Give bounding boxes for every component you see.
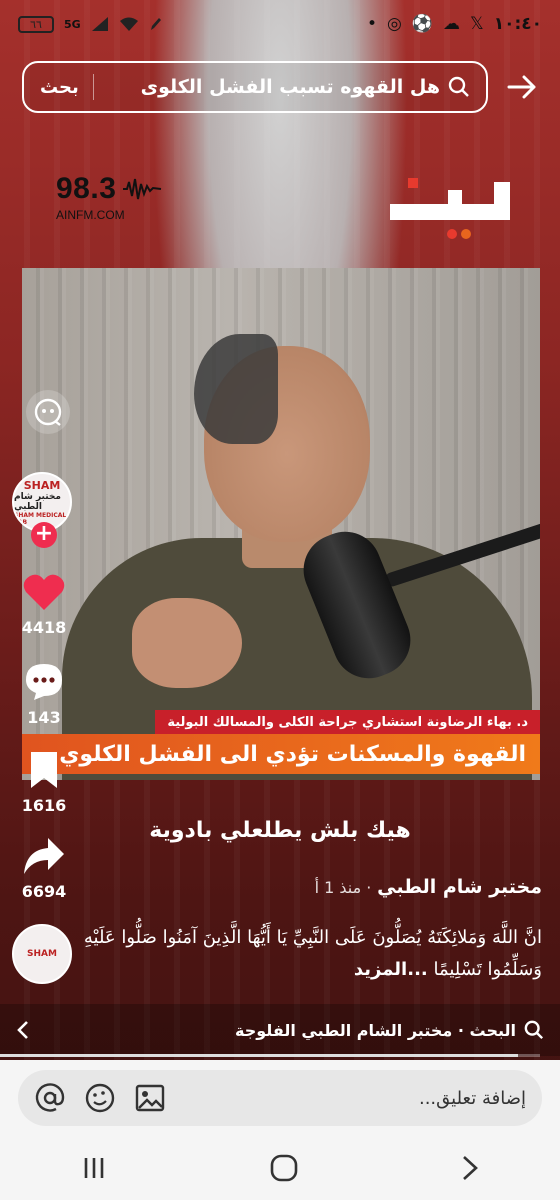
like-count: 4418 <box>21 618 67 637</box>
radio-url: AINFM.COM <box>56 208 125 222</box>
brand-logo <box>388 176 512 240</box>
search-row: هل القهوه تسبب الفشل الكلوى بحث <box>22 60 542 114</box>
status-right: • ◎ ⚽ ☁ 𝕏 ١٠:٤٠ <box>367 14 542 34</box>
instagram-icon: ◎ <box>386 14 402 34</box>
radio-frequency: 98.3 <box>56 172 117 205</box>
video-overlay-title: هيك بلش يطلعلي بادوية <box>149 818 411 843</box>
comment-tools <box>34 1082 166 1114</box>
video-progress-bar[interactable] <box>0 1054 540 1057</box>
edit-icon <box>150 18 161 30</box>
chevron-left-icon[interactable] <box>16 1020 30 1040</box>
cloud-icon: ☁ <box>442 14 460 34</box>
related-search-label: البحث · مختبر الشام الطبي الفلوجة <box>235 1020 516 1040</box>
save-button[interactable]: 1616 <box>6 748 82 815</box>
music-avatar[interactable]: SHAM <box>12 924 72 984</box>
search-icon <box>524 1020 544 1040</box>
video-player[interactable]: د. بهاء الرضاونة استشاري جراحة الكلى وال… <box>22 268 540 780</box>
related-search-bar[interactable]: البحث · مختبر الشام الطبي الفلوجة <box>0 1004 560 1056</box>
x-icon: 𝕏 <box>469 14 484 34</box>
music-avatar-text: SHAM <box>27 949 57 959</box>
comment-button[interactable]: 143 <box>6 660 82 727</box>
battery-level: ٦٦ <box>30 17 42 31</box>
video-person-hair <box>194 334 278 444</box>
chat-bubble-button[interactable] <box>26 390 70 434</box>
video-lower-third: د. بهاء الرضاونة استشاري جراحة الكلى وال… <box>22 710 540 780</box>
image-icon[interactable] <box>134 1082 166 1114</box>
signal-icon <box>91 17 108 31</box>
avatar-text-2: مختبر شام الطبي <box>14 491 61 512</box>
battery-icon: ٦٦ <box>18 15 54 33</box>
post-time: · منذ 1 أ <box>314 878 372 897</box>
save-count: 1616 <box>21 796 67 815</box>
system-nav-bar <box>0 1136 560 1200</box>
comment-count: 143 <box>27 708 61 727</box>
mention-icon[interactable] <box>34 1082 66 1114</box>
status-bar: ٦٦ 5G • ◎ ⚽ ☁ 𝕏 ١٠:٤٠ <box>0 0 560 48</box>
search-divider <box>92 74 94 100</box>
soundwave-icon <box>123 178 162 200</box>
like-button[interactable]: 4418 <box>6 570 82 637</box>
radio-logo: 98.3 AINFM.COM <box>56 172 162 222</box>
caption-headline: القهوة والمسكنات تؤدي الى الفشل الكلوي <box>22 734 540 774</box>
description-text: انَّ اللَّهَ وَمَلائِكَتَهُ يُصَلُّونَ ع… <box>83 927 542 980</box>
share-icon <box>6 834 82 878</box>
dot-icon: • <box>366 14 377 34</box>
chat-bubble-icon <box>34 398 62 426</box>
author-row[interactable]: مختبر شام الطبي · منذ 1 أ <box>72 876 542 898</box>
see-more-link[interactable]: ...المزيد <box>354 959 428 980</box>
avatar-text-1: SHAM <box>23 478 61 492</box>
comment-placeholder: إضافة تعليق... <box>418 1087 526 1109</box>
comment-input[interactable]: إضافة تعليق... <box>18 1070 542 1126</box>
search-icon <box>448 76 469 97</box>
clock: ١٠:٤٠ <box>493 14 542 34</box>
recent-apps-icon[interactable] <box>80 1154 108 1182</box>
status-left: ٦٦ 5G <box>18 15 163 33</box>
related-search: البحث · مختبر الشام الطبي الفلوجة <box>235 1020 544 1040</box>
share-button[interactable]: 6694 <box>6 834 82 901</box>
back-arrow-icon[interactable] <box>502 67 542 107</box>
network-indicator: 5G <box>64 17 81 31</box>
video-description[interactable]: انَّ اللَّهَ وَمَلائِكَتَهُ يُصَلُّونَ ع… <box>72 922 542 986</box>
search-input[interactable]: هل القهوه تسبب الفشل الكلوى بحث <box>22 61 488 113</box>
share-count: 6694 <box>21 882 67 901</box>
video-progress-fill <box>0 1054 519 1057</box>
soccer-icon: ⚽ <box>411 14 433 34</box>
back-icon[interactable] <box>460 1154 480 1182</box>
heart-icon <box>6 570 82 614</box>
follow-button[interactable]: + <box>31 522 57 548</box>
comment-bar: إضافة تعليق... <box>0 1060 560 1136</box>
search-query: هل القهوه تسبب الفشل الكلوى <box>140 76 440 98</box>
emoji-icon[interactable] <box>84 1082 116 1114</box>
video-person-hand <box>132 598 242 688</box>
bookmark-icon <box>6 748 82 792</box>
wifi-icon <box>119 17 138 31</box>
caption-subtitle: د. بهاء الرضاونة استشاري جراحة الكلى وال… <box>155 710 540 734</box>
comment-icon <box>6 660 82 704</box>
search-button[interactable]: بحث <box>40 77 79 98</box>
home-icon[interactable] <box>269 1153 299 1183</box>
author-name[interactable]: مختبر شام الطبي <box>377 876 542 898</box>
